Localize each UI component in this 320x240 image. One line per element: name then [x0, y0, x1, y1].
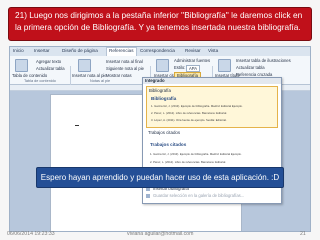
group-label-toc: Tabla de contenido: [24, 79, 56, 83]
tab-inicio[interactable]: Inicio: [13, 48, 24, 53]
option-heading: Bibliografía: [151, 96, 177, 101]
save-selection-item[interactable]: Guardar selección en la galería de bibli…: [143, 193, 279, 199]
tab-diseno-pagina[interactable]: Diseño de página: [62, 48, 98, 53]
tab-correspondencia[interactable]: Correspondencia: [140, 48, 175, 53]
page-number: 21: [300, 231, 306, 237]
insert-footnote-button[interactable]: Insertar nota al pie: [72, 73, 107, 78]
tab-insertar[interactable]: Insertar: [34, 48, 50, 53]
option-title: Bibliografía: [149, 88, 171, 93]
tab-referencias[interactable]: Referencias: [106, 47, 137, 56]
option-line: 2. Pérez, L. (2012). Libro de referencia…: [150, 160, 227, 164]
option-line: 3. López, A. (2011). Otra fuente de ejem…: [151, 118, 227, 122]
bibliography-option[interactable]: Bibliografía Bibliografía 1. García Gil,…: [146, 86, 278, 128]
dropdown-header: Integrado: [143, 78, 281, 84]
option-heading: Trabajos citados: [150, 142, 187, 147]
footnote-icon: [78, 59, 91, 72]
text-cursor: [75, 125, 79, 126]
tab-revisar[interactable]: Revisar: [185, 48, 201, 53]
word-screenshot: Inicio Insertar Diseño de página Referen…: [9, 46, 311, 232]
option-line: 1. García Gil, J. (2013). Ejemplo de bib…: [151, 104, 243, 108]
footer-author: viviana aguilar@hotmail.com: [127, 231, 194, 237]
next-footnote-button[interactable]: Siguiente nota al pie: [106, 66, 144, 71]
toc-button[interactable]: Tabla de contenido: [12, 73, 47, 78]
toc-icon: [15, 59, 28, 72]
insert-table-figures-button[interactable]: Insertar tabla de ilustraciones: [236, 58, 291, 63]
citation-icon: [156, 59, 169, 72]
group-label-notes: Notas al pie: [90, 79, 111, 83]
ribbon-tabs: Inicio Insertar Diseño de página Referen…: [10, 47, 310, 56]
update-table2-button[interactable]: Actualizar tabla: [236, 65, 265, 70]
option-title: Trabajos citados: [148, 130, 181, 135]
insert-endnote-button[interactable]: Insertar nota al final: [106, 59, 143, 64]
slide-title: 21) Luego nos dirigimos a la pestaña inf…: [8, 7, 312, 41]
show-notes-button[interactable]: Mostrar notas: [106, 73, 132, 78]
tab-vista[interactable]: Vista: [208, 48, 218, 53]
closing-message: Espero hayan aprendido y puedan hacer us…: [36, 167, 284, 188]
option-line: 2. Pérez, L. (2012). Libro de referencia…: [151, 111, 228, 115]
slide: 21) Luego nos dirigimos a la pestaña inf…: [0, 0, 320, 240]
update-table-button[interactable]: Actualizar tabla: [36, 66, 65, 71]
caption-icon: [218, 59, 231, 72]
style-select[interactable]: APA: [186, 65, 201, 72]
option-line: 1. García Gil, J. (2013). Ejemplo de bib…: [150, 152, 242, 156]
add-text-button[interactable]: Agregar texto: [36, 59, 61, 64]
style-label: Estilo:: [174, 65, 186, 70]
manage-sources-button[interactable]: Administrar fuentes: [174, 58, 210, 63]
footer-date: 06/06/2014 19:23:33: [7, 231, 55, 237]
save-icon: [146, 194, 150, 198]
